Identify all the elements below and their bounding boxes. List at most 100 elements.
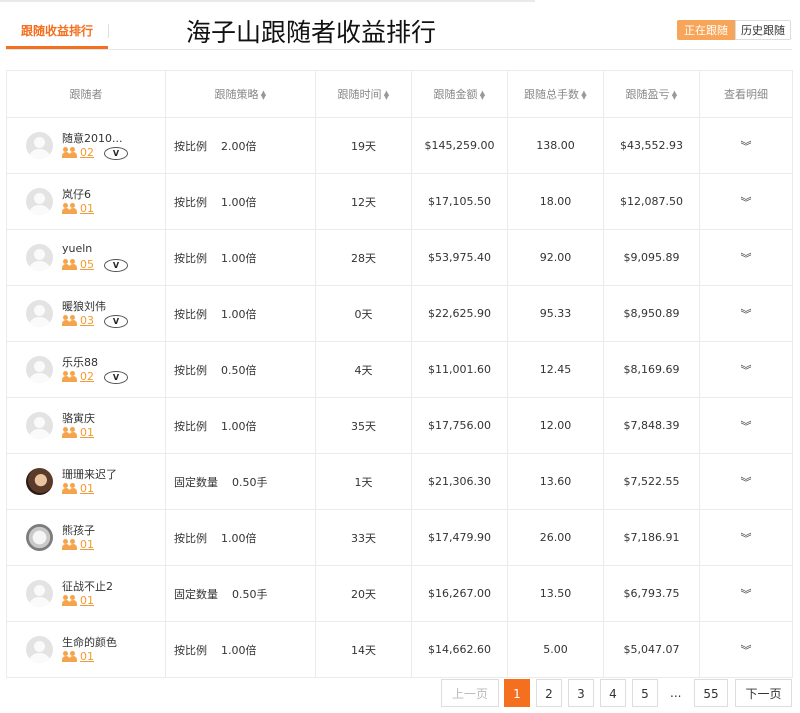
column-header-follower: 跟随者 xyxy=(6,70,166,118)
history-following-button[interactable]: 历史跟随 xyxy=(735,20,791,40)
chevron-double-down-icon[interactable]: ︾ xyxy=(741,476,752,489)
follow-amount: $145,259.00 xyxy=(411,117,508,174)
column-header-pnl[interactable]: 跟随盈亏 ▲ ▼ xyxy=(603,70,700,118)
current-following-button[interactable]: 正在跟随 xyxy=(677,20,735,40)
strategy-value: 1.00倍 xyxy=(221,419,257,433)
follow-pnl: $43,552.93 xyxy=(603,117,700,174)
follower-cell: 骆寅庆 01 xyxy=(6,397,166,454)
follow-lots: 13.60 xyxy=(507,453,604,510)
follower-name[interactable]: 骆寅庆 xyxy=(62,410,95,426)
expand-details-cell: ︾ xyxy=(699,509,793,566)
follower-name[interactable]: yueln xyxy=(62,242,92,255)
avatar[interactable] xyxy=(26,524,53,551)
sort-icon[interactable]: ▲ ▼ xyxy=(480,90,486,101)
top-border xyxy=(0,0,535,2)
chevron-double-down-icon[interactable]: ︾ xyxy=(741,644,752,657)
follower-name[interactable]: 乐乐88 xyxy=(62,354,98,370)
chevron-double-down-icon[interactable]: ︾ xyxy=(741,420,752,433)
sort-icon[interactable]: ▲ ▼ xyxy=(581,90,587,101)
column-header-strategy[interactable]: 跟随策略 ▲ ▼ xyxy=(165,70,316,118)
follow-count[interactable]: 01 xyxy=(62,202,94,215)
avatar[interactable] xyxy=(26,300,53,327)
follow-count[interactable]: 01 xyxy=(62,538,94,551)
page-button-2[interactable]: 2 xyxy=(536,679,562,707)
follow-count[interactable]: 01 xyxy=(62,482,94,495)
column-header-details: 查看明细 xyxy=(699,70,793,118)
strategy-type: 按比例 xyxy=(174,307,207,321)
follow-count[interactable]: 03 xyxy=(62,314,94,327)
avatar-body xyxy=(29,429,50,439)
next-page-button[interactable]: 下一页 xyxy=(735,679,792,707)
follower-name[interactable]: 岚仔6 xyxy=(62,186,91,202)
follower-name[interactable]: 生命的颜色 xyxy=(62,634,117,650)
follower-name[interactable]: 珊珊来迟了 xyxy=(62,466,117,482)
avatar[interactable] xyxy=(26,412,53,439)
sort-icon[interactable]: ▲ ▼ xyxy=(261,90,267,101)
strategy-value: 1.00倍 xyxy=(221,195,257,209)
column-header-amount[interactable]: 跟随金额 ▲ ▼ xyxy=(411,70,508,118)
chevron-double-down-icon[interactable]: ︾ xyxy=(741,588,752,601)
chevron-double-down-icon[interactable]: ︾ xyxy=(741,196,752,209)
expand-details-cell: ︾ xyxy=(699,397,793,454)
chevron-double-down-icon[interactable]: ︾ xyxy=(741,532,752,545)
expand-details-cell: ︾ xyxy=(699,621,793,678)
chevron-double-down-icon[interactable]: ︾ xyxy=(741,308,752,321)
page-button-3[interactable]: 3 xyxy=(568,679,594,707)
table-row: 随意2010... 02 V 按比例 2.00倍 19天 $145,259.00 138.00… xyxy=(6,117,793,174)
column-header-time[interactable]: 跟随时间 ▲ ▼ xyxy=(315,70,412,118)
follow-count[interactable]: 01 xyxy=(62,650,94,663)
chevron-double-down-icon[interactable]: ︾ xyxy=(741,252,752,265)
page-button-4[interactable]: 4 xyxy=(600,679,626,707)
follow-lots: 138.00 xyxy=(507,117,604,174)
tab-separator xyxy=(108,24,109,38)
follow-lots: 13.50 xyxy=(507,565,604,622)
follow-count[interactable]: 02 xyxy=(62,146,94,159)
follower-name[interactable]: 熊孩子 xyxy=(62,522,95,538)
follow-lots: 12.00 xyxy=(507,397,604,454)
avatar[interactable] xyxy=(26,356,53,383)
follow-count[interactable]: 02 xyxy=(62,370,94,383)
avatar[interactable] xyxy=(26,636,53,663)
follow-count[interactable]: 01 xyxy=(62,594,94,607)
table-row: 熊孩子 01 按比例 1.00倍 33天 $17,479.90 26.00 $7,186.91… xyxy=(6,509,793,566)
follow-amount: $21,306.30 xyxy=(411,453,508,510)
follow-time: 19天 xyxy=(315,117,412,174)
chevron-double-down-icon[interactable]: ︾ xyxy=(741,140,752,153)
avatar[interactable] xyxy=(26,244,53,271)
avatar[interactable] xyxy=(26,188,53,215)
column-header-lots[interactable]: 跟随总手数 ▲ ▼ xyxy=(507,70,604,118)
follow-time: 33天 xyxy=(315,509,412,566)
follower-name[interactable]: 暖狼刘伟 xyxy=(62,298,106,314)
avatar[interactable] xyxy=(26,468,53,495)
avatar-body xyxy=(29,653,50,663)
follow-count-value: 05 xyxy=(80,258,94,271)
expand-details-cell: ︾ xyxy=(699,173,793,230)
chevron-double-down-icon[interactable]: ︾ xyxy=(741,364,752,377)
page-button-5[interactable]: 5 xyxy=(632,679,658,707)
expand-details-cell: ︾ xyxy=(699,341,793,398)
prev-page-button[interactable]: 上一页 xyxy=(441,679,499,707)
follow-time: 4天 xyxy=(315,341,412,398)
follower-name[interactable]: 征战不止2 xyxy=(62,578,113,594)
expand-details-cell: ︾ xyxy=(699,229,793,286)
follower-name[interactable]: 随意2010... xyxy=(62,130,122,146)
expand-details-cell: ︾ xyxy=(699,117,793,174)
table-row: 岚仔6 01 按比例 1.00倍 12天 $17,105.50 18.00 $12,087.5… xyxy=(6,173,793,230)
page-button-last[interactable]: 55 xyxy=(694,679,728,707)
sort-icon[interactable]: ▲ ▼ xyxy=(384,90,390,101)
follow-count[interactable]: 01 xyxy=(62,426,94,439)
people-icon xyxy=(62,147,78,158)
page-button-1[interactable]: 1 xyxy=(504,679,530,707)
follow-amount: $17,105.50 xyxy=(411,173,508,230)
avatar[interactable] xyxy=(26,580,53,607)
follow-amount: $53,975.40 xyxy=(411,229,508,286)
people-icon xyxy=(62,595,78,606)
avatar[interactable] xyxy=(26,132,53,159)
strategy-cell: 按比例 2.00倍 xyxy=(165,117,316,174)
table-header-row: 跟随者 跟随策略 ▲ ▼ 跟随时间 ▲ ▼ 跟随金额 ▲ ▼ 跟随总手数 ▲ ▼ 跟随盈亏 ▲ ▼ … xyxy=(6,70,793,118)
strategy-value: 0.50手 xyxy=(232,587,268,601)
follow-count[interactable]: 05 xyxy=(62,258,94,271)
avatar-body xyxy=(29,317,50,327)
sort-icon[interactable]: ▲ ▼ xyxy=(672,90,678,101)
tab-follow-profit-ranking[interactable]: 跟随收益排行 xyxy=(6,14,108,48)
